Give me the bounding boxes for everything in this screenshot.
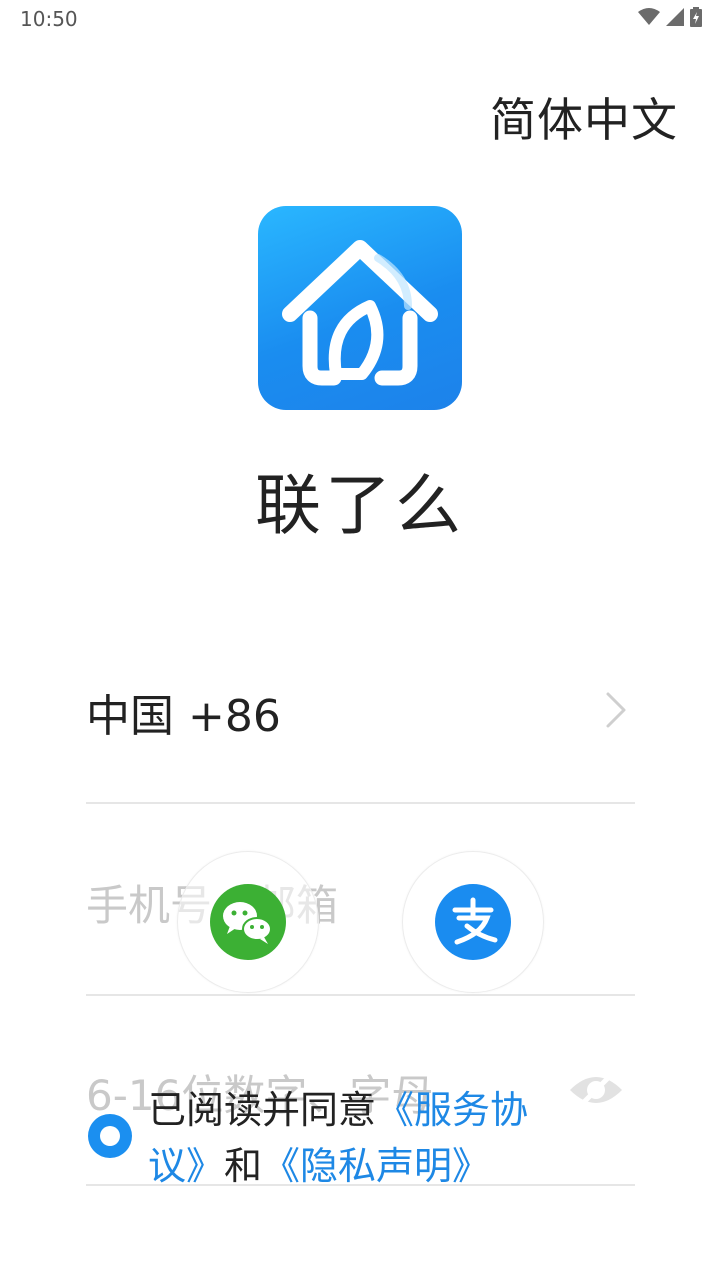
agreement-text: 已阅读并同意《服务协议》和《隐私声明》 [148, 1082, 568, 1194]
privacy-statement-link[interactable]: 《隐私声明》 [262, 1144, 490, 1188]
chevron-right-icon [606, 692, 626, 728]
country-code-selector[interactable]: 中国 +86 [86, 680, 634, 742]
agreement-prefix: 已阅读并同意 [148, 1088, 377, 1132]
agreement-conjunction: 和 [224, 1144, 263, 1188]
alipay-login-button[interactable] [402, 851, 544, 993]
signal-icon [666, 8, 684, 26]
alipay-icon [435, 884, 511, 960]
house-leaf-logo-icon [282, 240, 438, 386]
eye-hidden-icon[interactable] [568, 1068, 624, 1112]
status-icons [638, 7, 702, 27]
divider [86, 994, 635, 996]
app-name: 联了么 [255, 467, 465, 544]
status-bar: 10:50 [0, 0, 720, 36]
wechat-login-button[interactable] [177, 851, 319, 993]
wifi-icon [638, 8, 660, 25]
divider [86, 802, 635, 804]
status-time: 10:50 [20, 7, 78, 31]
app-logo [258, 206, 462, 410]
wechat-icon [210, 884, 286, 960]
battery-icon [690, 7, 702, 27]
country-code-label: 中国 +86 [86, 691, 281, 742]
agreement-radio[interactable] [88, 1114, 132, 1158]
language-selector[interactable]: 简体中文 [490, 84, 678, 150]
